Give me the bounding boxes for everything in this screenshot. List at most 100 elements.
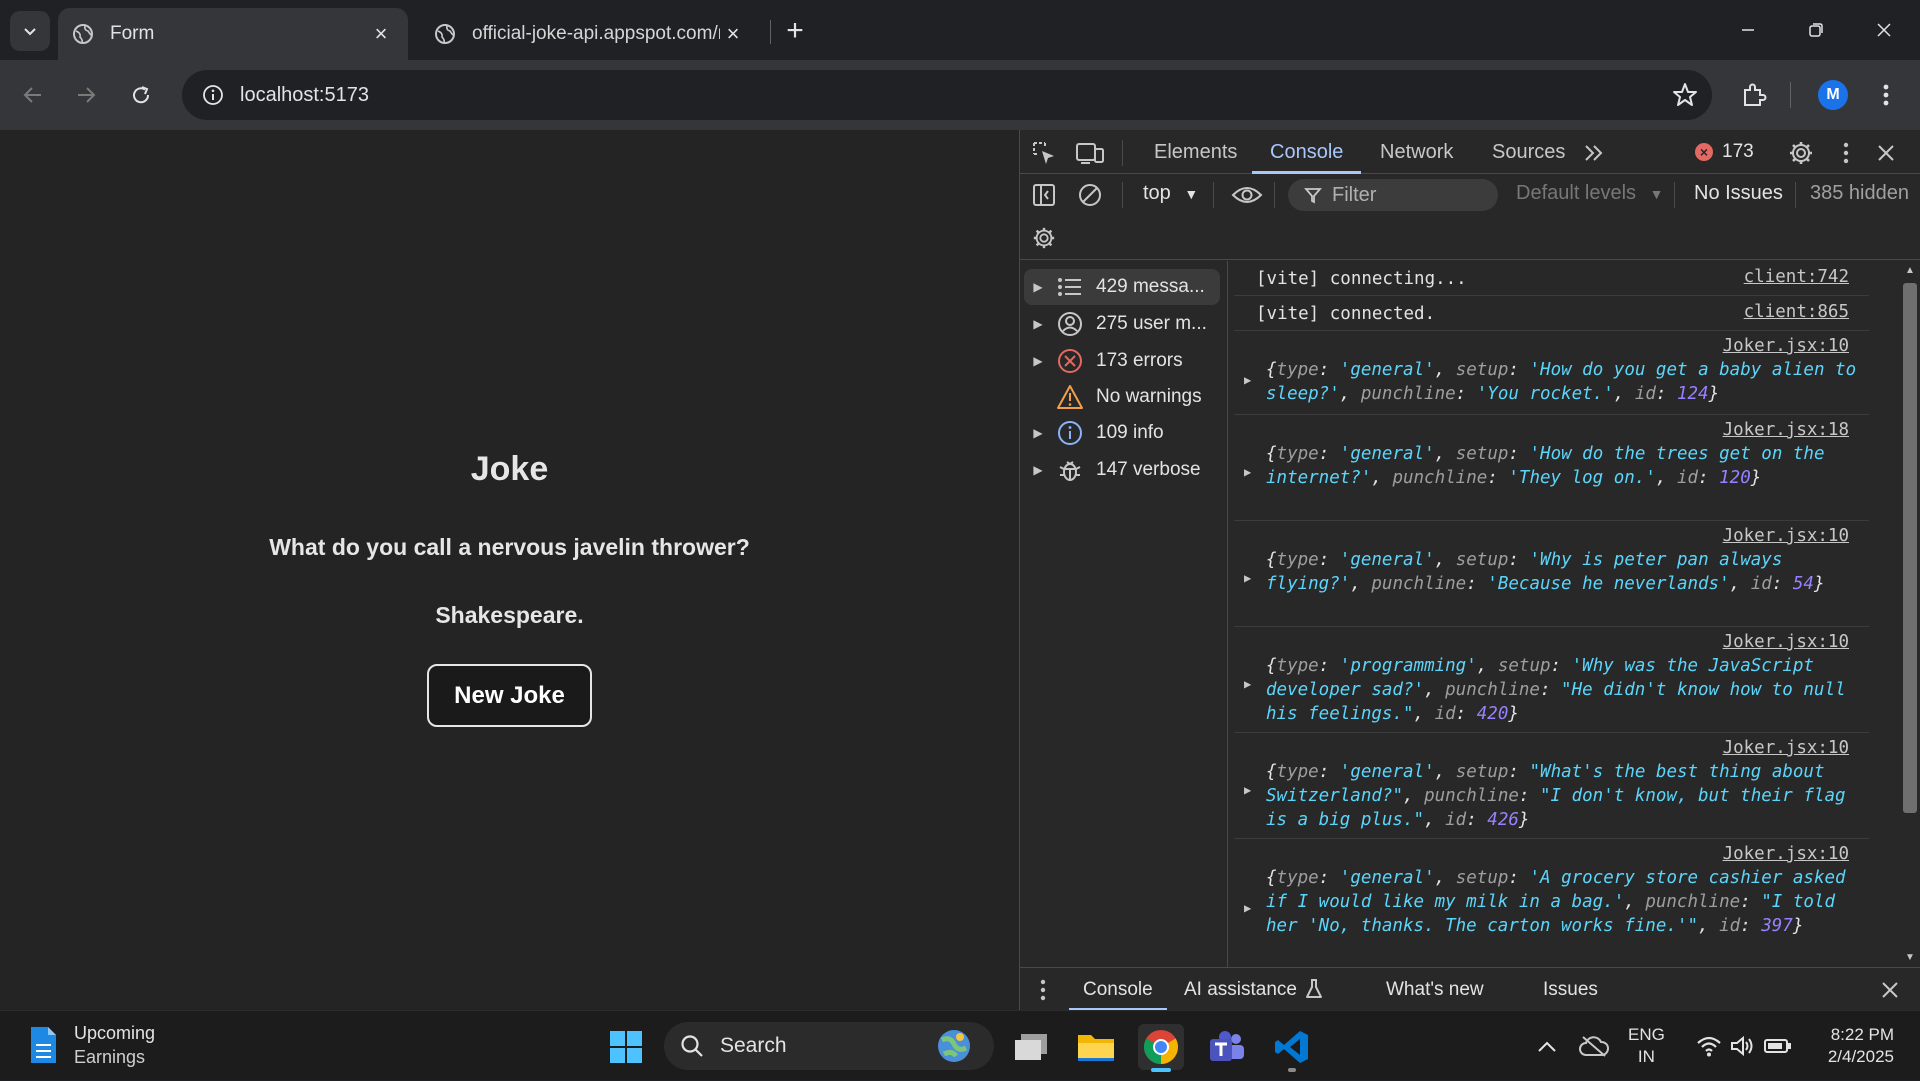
task-view-button[interactable]	[1008, 1024, 1054, 1070]
tab-joke-api[interactable]: official-joke-api.appspot.com/r ×	[420, 8, 760, 60]
sidebar-label: 275 user m...	[1096, 313, 1207, 334]
tab-search-button[interactable]	[10, 11, 50, 51]
site-info-icon[interactable]	[188, 70, 238, 120]
close-tab-icon[interactable]: ×	[720, 21, 746, 47]
drawer-menu-icon[interactable]	[1038, 976, 1048, 1004]
teams-icon	[1210, 1031, 1244, 1061]
input-language-indicator[interactable]: ENG IN	[1628, 1024, 1665, 1068]
running-app-indicator	[1288, 1068, 1296, 1072]
expand-arrow-icon[interactable]: ▶	[1024, 426, 1052, 440]
sidebar-item-info[interactable]: ▶ 109 info	[1024, 415, 1220, 451]
close-window-button[interactable]	[1850, 0, 1918, 60]
sidebar-item-warnings[interactable]: No warnings	[1024, 379, 1220, 415]
clear-console-icon[interactable]	[1076, 181, 1104, 209]
file-explorer-button[interactable]	[1073, 1024, 1119, 1070]
more-tabs-icon[interactable]	[1580, 139, 1608, 167]
system-clock[interactable]: 8:22 PM 2/4/2025	[1810, 1024, 1894, 1068]
tab-sources[interactable]: Sources	[1492, 130, 1565, 174]
url-text[interactable]: localhost:5173	[240, 84, 369, 107]
chrome-taskbar-button[interactable]	[1138, 1024, 1184, 1072]
log-source-link[interactable]: client:865	[1744, 302, 1849, 322]
console-log-entry: Joker.jsx:10 ▶ {type: 'general', setup: …	[1234, 839, 1869, 967]
expand-object-icon[interactable]: ▶	[1244, 677, 1251, 691]
start-button[interactable]	[603, 1024, 649, 1070]
tab-form[interactable]: Form ×	[58, 8, 408, 60]
show-hidden-icons-button[interactable]	[1530, 1011, 1564, 1081]
warning-icon	[1052, 384, 1088, 410]
log-source-link[interactable]: client:742	[1744, 267, 1849, 287]
close-devtools-icon[interactable]	[1872, 139, 1900, 167]
log-levels-dropdown[interactable]: Default levels ▼	[1516, 182, 1663, 205]
globe-icon	[73, 24, 93, 44]
close-tab-icon[interactable]: ×	[368, 21, 394, 47]
context-selector[interactable]: top ▼	[1143, 182, 1198, 205]
sidebar-item-verbose[interactable]: ▶ 147 verbose	[1024, 452, 1220, 488]
sidebar-toggle-icon[interactable]	[1030, 181, 1058, 209]
device-toolbar-icon[interactable]	[1075, 139, 1105, 167]
teams-taskbar-button[interactable]	[1204, 1024, 1250, 1070]
log-source-link[interactable]: Joker.jsx:10	[1723, 336, 1849, 356]
sidebar-item-errors[interactable]: ▶ 173 errors	[1024, 343, 1220, 379]
sidebar-item-messages[interactable]: ▶ 429 messa...	[1024, 269, 1220, 305]
expand-arrow-icon[interactable]: ▶	[1024, 463, 1052, 477]
expand-object-icon[interactable]: ▶	[1244, 465, 1251, 479]
expand-object-icon[interactable]: ▶	[1244, 783, 1251, 797]
tab-console[interactable]: Console	[1251, 130, 1362, 174]
expand-arrow-icon[interactable]: ▶	[1024, 354, 1052, 368]
settings-gear-icon[interactable]	[1786, 138, 1816, 168]
expand-object-icon[interactable]: ▶	[1244, 901, 1251, 915]
scroll-up-icon[interactable]: ▲	[1905, 265, 1915, 276]
battery-button[interactable]	[1760, 1011, 1796, 1081]
inspect-element-icon[interactable]	[1030, 139, 1058, 167]
forward-button[interactable]	[66, 75, 106, 115]
drawer-tab-whats-new[interactable]: What's new	[1386, 968, 1484, 1011]
error-count-badge[interactable]: × 173	[1695, 140, 1754, 164]
devtools-menu-icon[interactable]	[1836, 139, 1856, 167]
console-settings-gear-icon[interactable]	[1030, 224, 1058, 252]
scroll-down-icon[interactable]: ▼	[1905, 952, 1915, 963]
drawer-tab-ai-assistance[interactable]: AI assistance	[1184, 968, 1297, 1011]
address-bar[interactable]: localhost:5173	[182, 70, 1712, 120]
scrollbar-thumb[interactable]	[1903, 283, 1917, 813]
new-joke-button[interactable]: New Joke	[427, 664, 592, 727]
extensions-button[interactable]	[1734, 75, 1774, 115]
expand-arrow-icon[interactable]: ▶	[1024, 317, 1052, 331]
chrome-menu-button[interactable]	[1866, 75, 1906, 115]
wifi-icon	[1697, 1036, 1721, 1057]
profile-button[interactable]: M	[1813, 75, 1853, 115]
console-scrollbar[interactable]: ▲ ▼	[1899, 261, 1920, 967]
volume-button[interactable]	[1726, 1011, 1758, 1081]
drawer-tab-console[interactable]: Console	[1069, 968, 1167, 1011]
console-filter-input[interactable]: Filter	[1288, 179, 1498, 211]
drawer-tab-issues[interactable]: Issues	[1543, 968, 1598, 1011]
console-log-entry: Joker.jsx:18 ▶ {type: 'general', setup: …	[1234, 415, 1869, 521]
sidebar-item-user-messages[interactable]: ▶ 275 user m...	[1024, 306, 1220, 342]
onedrive-button[interactable]	[1576, 1011, 1612, 1081]
tab-elements[interactable]: Elements	[1154, 130, 1237, 174]
log-source-link[interactable]: Joker.jsx:10	[1723, 738, 1849, 758]
flask-icon	[1304, 977, 1324, 1001]
vscode-taskbar-button[interactable]	[1269, 1024, 1315, 1072]
issues-counter[interactable]: No Issues	[1694, 182, 1783, 205]
expand-arrow-icon[interactable]: ▶	[1024, 280, 1052, 294]
stock-chart-icon	[31, 1027, 56, 1063]
widgets-button[interactable]: Upcoming Earnings	[26, 1021, 155, 1069]
expand-object-icon[interactable]: ▶	[1244, 571, 1251, 585]
expand-object-icon[interactable]: ▶	[1244, 373, 1251, 387]
taskbar-search[interactable]: Search	[664, 1022, 994, 1070]
back-button[interactable]	[13, 75, 53, 115]
new-tab-button[interactable]: +	[775, 12, 815, 50]
log-source-link[interactable]: Joker.jsx:10	[1723, 632, 1849, 652]
tab-network[interactable]: Network	[1380, 130, 1453, 174]
reload-button[interactable]	[121, 75, 161, 115]
live-expression-eye-icon[interactable]	[1229, 180, 1265, 210]
log-source-link[interactable]: Joker.jsx:10	[1723, 526, 1849, 546]
bookmark-star-icon[interactable]	[1672, 82, 1698, 113]
close-drawer-icon[interactable]	[1876, 976, 1904, 1004]
log-source-link[interactable]: Joker.jsx:10	[1723, 844, 1849, 864]
tab-divider	[770, 20, 771, 44]
restore-button[interactable]	[1782, 0, 1850, 60]
wifi-button[interactable]	[1692, 1011, 1726, 1081]
log-source-link[interactable]: Joker.jsx:18	[1723, 420, 1849, 440]
minimize-button[interactable]	[1714, 0, 1782, 60]
